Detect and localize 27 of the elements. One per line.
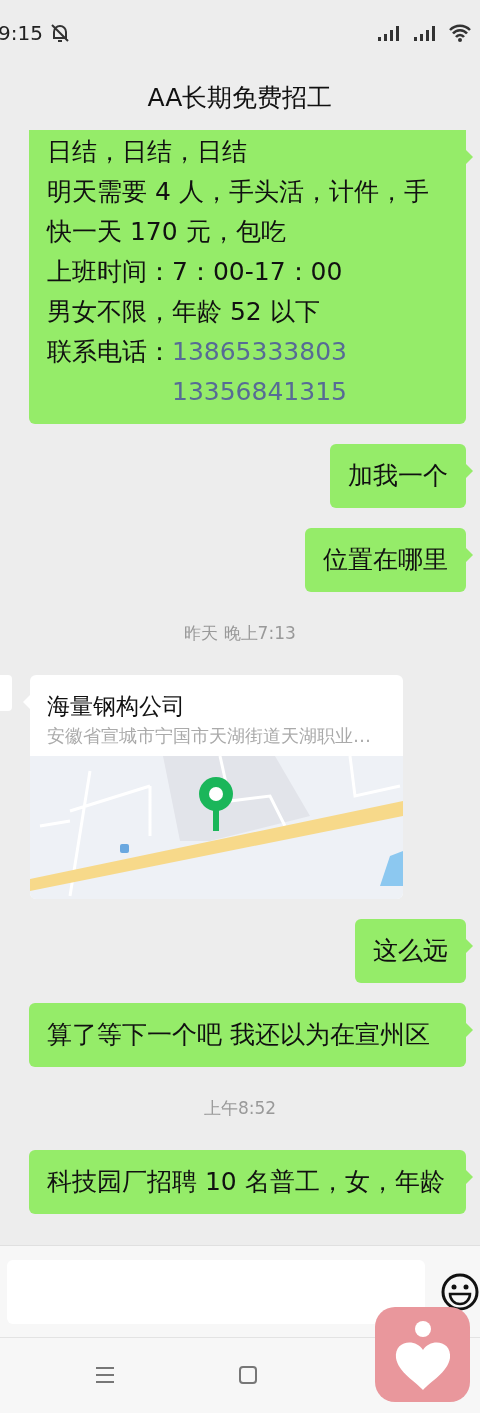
phone-link[interactable]: 13865333803 [172, 332, 347, 372]
timestamp: 上午8:52 [203, 1097, 277, 1120]
bubble-tail [466, 150, 473, 164]
timestamp: 昨天 晚上7:13 [184, 622, 296, 645]
message-bubble: 算了等下一个吧 我还以为在宣州区 [29, 1003, 466, 1067]
message-input[interactable] [7, 1259, 425, 1324]
bubble-tail [466, 939, 473, 953]
message-bubble: 这么远 [355, 919, 466, 983]
bubble-tail [466, 1170, 473, 1184]
message-bubble: 位置在哪里 [305, 528, 466, 592]
status-time: 9:15 [0, 20, 43, 45]
message-bubble: 加我一个 [330, 444, 466, 508]
emoji-icon[interactable] [440, 1271, 480, 1312]
location-address: 安徽省宣城市宁国市天湖街道天湖职业… [47, 724, 372, 748]
phone-link[interactable]: 13356841315 [172, 372, 347, 412]
menu-icon[interactable] [95, 1366, 115, 1384]
wifi-icon [448, 23, 472, 42]
chat-title: AA长期免费招工 [147, 82, 333, 114]
bell-off-icon [48, 21, 71, 44]
location-name: 海量钢构公司 [47, 692, 186, 721]
home-icon[interactable] [238, 1365, 258, 1385]
bubble-tail [466, 548, 473, 562]
bubble-tail [466, 464, 473, 478]
message-bubble: 科技园厂招聘 10 名普工，女，年龄 [29, 1150, 466, 1214]
location-card[interactable]: 海量钢构公司 安徽省宣城市宁国市天湖街道天湖职业… [30, 675, 403, 899]
bubble-tail [466, 1023, 473, 1037]
message-bubble: 日结，日结，日结 明天需要 4 人，手头活，计件，手 快一天 170 元，包吃 上班时间：7：00-17：00 男女不限，年龄 52 以下 联系电话：13865333803 13356841315 [29, 130, 466, 424]
